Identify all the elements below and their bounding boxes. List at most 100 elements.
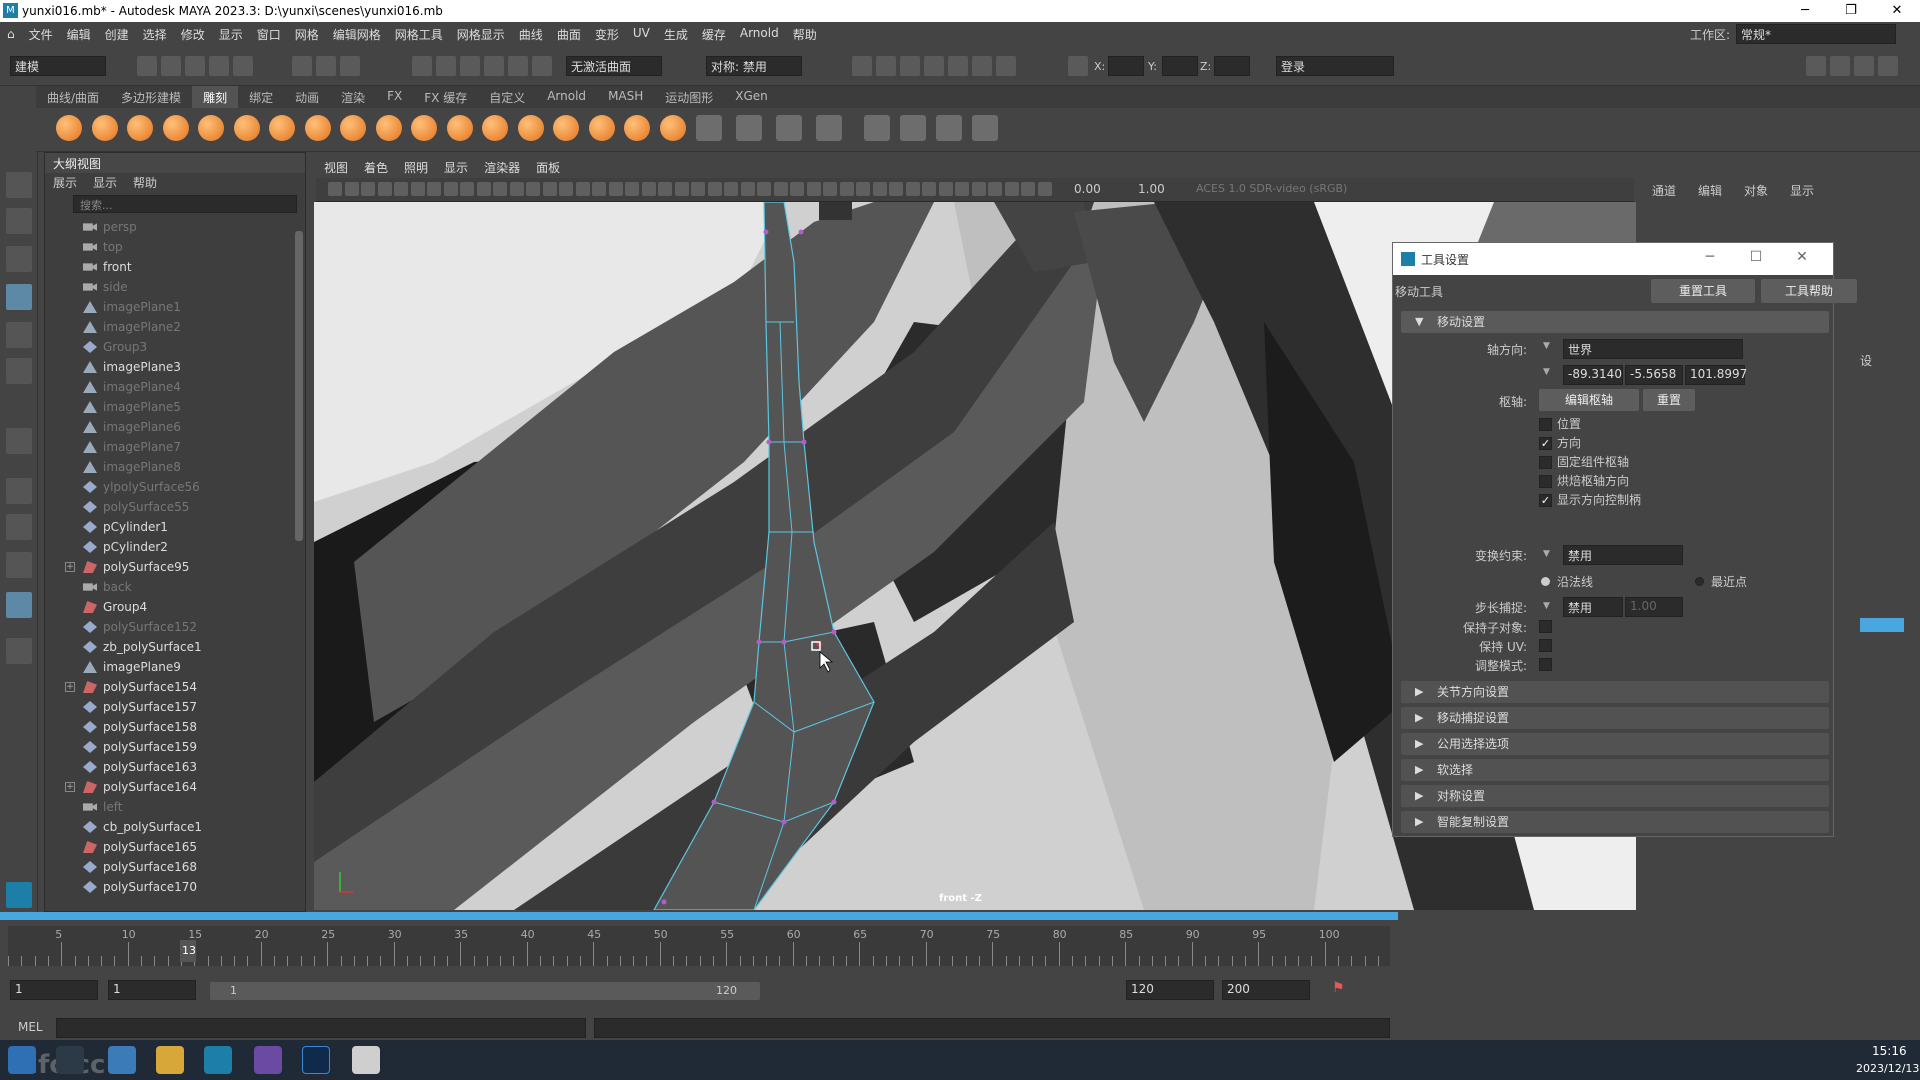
viewport-tool-icon[interactable] [889,182,903,196]
sculpt-tool-icon[interactable] [936,115,962,141]
render-view-icon[interactable] [876,56,896,76]
outliner-item[interactable]: imagePlane1 [45,297,295,317]
home-icon[interactable]: ⌂ [0,27,22,41]
reset-pivot-button[interactable]: 重置 [1643,389,1695,411]
attribute-editor-icon[interactable] [1830,56,1850,76]
tool-help-button[interactable]: 工具帮助 [1761,279,1857,303]
viewport-tool-icon[interactable] [790,182,804,196]
symmetry-select[interactable]: 对称: 禁用 [706,56,802,76]
outliner-item[interactable]: polySurface159 [45,737,295,757]
y-field[interactable] [1162,56,1198,76]
start-icon[interactable] [8,1046,36,1074]
file-explorer-icon[interactable] [156,1046,184,1074]
shelf-tab-7[interactable]: FX 缓存 [413,86,478,108]
lasso-tool-icon[interactable] [6,208,32,234]
redo-icon[interactable] [233,56,253,76]
shelf-tab-4[interactable]: 动画 [284,86,330,108]
tool-window-close-button[interactable]: ✕ [1779,249,1825,265]
channel-menu-3[interactable]: 显示 [1790,182,1814,199]
outliner-menu-1[interactable]: 显示 [93,173,117,193]
x-field[interactable] [1108,56,1144,76]
viewport-tool-icon[interactable] [476,182,491,196]
viewport-tool-icon[interactable] [493,182,507,196]
viewport-menu-4[interactable]: 渲染器 [476,158,528,178]
range-bar[interactable] [210,982,760,1000]
outliner-item[interactable]: imagePlane3 [45,357,295,377]
move-tool-icon[interactable] [6,284,32,310]
outliner-item[interactable]: top [45,237,295,257]
single-pane-layout-icon[interactable] [6,478,32,504]
sculpt-brush-icon[interactable] [375,115,402,141]
sculpt-tool-icon[interactable] [900,115,926,141]
menu-6[interactable]: 窗口 [250,26,288,43]
viewport-tool-icon[interactable] [658,182,672,196]
axis-orientation-select[interactable]: 世界 [1563,339,1743,359]
playback-start-field[interactable]: 1 [108,980,196,1000]
new-scene-icon[interactable] [137,56,157,76]
sculpt-brush-icon[interactable] [91,115,118,141]
viewport-tool-icon[interactable] [674,182,689,196]
maya-home-icon[interactable] [6,882,32,908]
reset-tool-button[interactable]: 重置工具 [1651,279,1755,303]
playback-end-field[interactable]: 120 [1126,980,1214,1000]
outliner-item[interactable]: polySurface170 [45,877,295,897]
collapsed-section[interactable]: ▶ 软选择 [1401,759,1829,781]
viewport-tool-icon[interactable] [542,182,557,196]
sculpt-brush-icon[interactable] [411,115,437,141]
option-checkbox[interactable] [1539,475,1552,488]
expand-icon[interactable]: + [65,562,75,572]
sculpt-tool-icon[interactable] [972,115,998,141]
menu-0[interactable]: 文件 [22,26,60,43]
outliner-item[interactable]: ylpolySurface56 [45,477,295,497]
minimize-button[interactable]: ─ [1782,0,1828,22]
sculpt-brush-icon[interactable] [553,115,579,141]
snap-surface-icon[interactable] [508,56,528,76]
render-frame-icon[interactable] [852,56,872,76]
collapsed-section[interactable]: ▶ 关节方向设置 [1401,681,1829,703]
closest-point-radio[interactable] [1695,577,1704,586]
outliner-item[interactable]: polySurface163 [45,757,295,777]
viewport-tool-icon[interactable] [641,182,656,196]
viewport-tool-icon[interactable] [344,182,359,196]
outliner-item[interactable]: + polySurface164 [45,777,295,797]
viewport-tool-icon[interactable] [377,182,392,196]
viewport-tool-icon[interactable] [905,182,920,196]
channel-box-icon[interactable] [1878,56,1898,76]
sculpt-brush-icon[interactable] [340,115,366,141]
shelf-tab-0[interactable]: 曲线/曲面 [36,86,110,108]
outliner-item[interactable]: + polySurface154 [45,677,295,697]
end-time-field[interactable]: 200 [1222,980,1310,1000]
outliner-item[interactable]: cb_polySurface1 [45,817,295,837]
shelf-tab-6[interactable]: FX [376,86,413,108]
outliner-item[interactable]: imagePlane7 [45,437,295,457]
outliner-item[interactable]: left [45,797,295,817]
viewport-tool-icon[interactable] [988,182,1002,196]
mel-input[interactable] [56,1018,586,1038]
collapsed-section[interactable]: ▶ 移动捕捉设置 [1401,707,1829,729]
restore-button[interactable]: ❐ [1828,0,1874,22]
menu-15[interactable]: 生成 [657,26,695,43]
color-space-select[interactable]: ACES 1.0 SDR-video (sRGB) [1196,182,1347,195]
sculpt-brush-icon[interactable] [198,115,224,141]
step-dropdown-icon[interactable]: ▼ [1543,601,1550,611]
sculpt-brush-icon[interactable] [233,115,260,141]
viewport-tool-icon[interactable] [1021,182,1035,196]
snap-view-icon[interactable] [484,56,504,76]
viewport-tool-icon[interactable] [724,182,738,196]
viewport-tool-icon[interactable] [1037,182,1052,196]
shelf-tab-1[interactable]: 多边形建模 [110,86,192,108]
layer-selection[interactable] [1860,618,1904,632]
viewport-tool-icon[interactable] [823,182,837,196]
rotate-tool-icon[interactable] [6,322,32,348]
menu-5[interactable]: 显示 [212,26,250,43]
sculpt-brush-icon[interactable] [269,115,295,141]
collapsed-section[interactable]: ▶ 公用选择选项 [1401,733,1829,755]
channel-menu-2[interactable]: 对象 [1744,182,1768,199]
sculpt-tool-icon[interactable] [816,115,842,141]
show-manipulator-icon[interactable] [6,428,32,454]
adjust-mode-checkbox[interactable] [1539,658,1552,671]
transform-constraint-select[interactable]: 禁用 [1563,545,1683,565]
snap-point-icon[interactable] [460,56,480,76]
outliner-item[interactable]: pCylinder1 [45,517,295,537]
viewport-tool-icon[interactable] [955,182,969,196]
